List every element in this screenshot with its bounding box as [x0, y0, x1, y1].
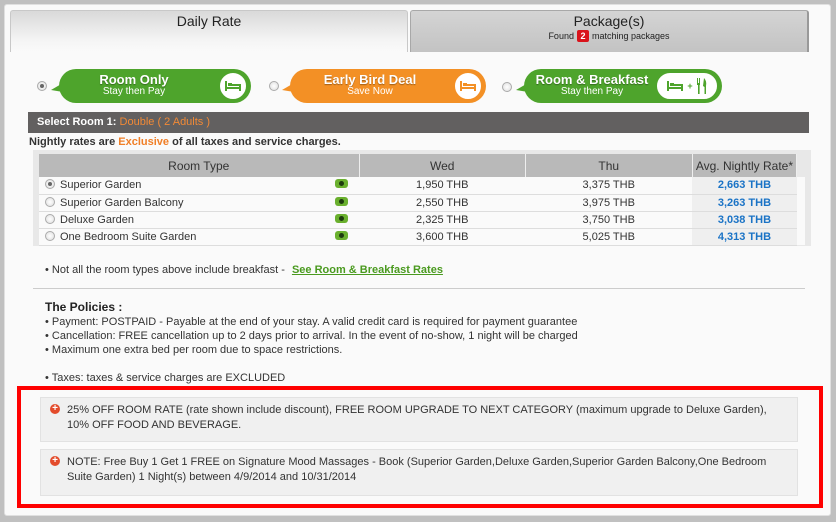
nightly-note-suffix: of all taxes and service charges. — [172, 136, 341, 148]
room-name-cell[interactable]: Deluxe Garden — [39, 211, 334, 229]
breakfast-note-text: • Not all the room types above include b… — [45, 264, 285, 276]
header-wed: Wed — [359, 154, 526, 177]
thu-rate: 3,750 THB — [525, 211, 692, 229]
thu-rate: 3,375 THB — [525, 177, 692, 195]
rate-option-radio[interactable] — [269, 81, 279, 91]
rate-option-bubble[interactable]: Early Bird Deal Save Now — [282, 69, 486, 103]
select-room-value: Double ( 2 Adults ) — [119, 116, 211, 128]
wed-rate: 3,600 THB — [359, 228, 526, 246]
avg-rate: 4,313 THB — [692, 228, 797, 246]
tab-daily-rate-label: Daily Rate — [176, 13, 242, 29]
room-name-cell[interactable]: Superior Garden — [39, 177, 334, 195]
policy-item: • Cancellation: FREE cancellation up to … — [45, 330, 578, 342]
room-radio[interactable] — [45, 230, 55, 241]
promotion-text: NOTE: Free Buy 1 Get 1 FREE on Signature… — [67, 456, 767, 483]
header-thu: Thu — [525, 154, 693, 177]
see-breakfast-rates-link[interactable]: See Room & Breakfast Rates — [292, 264, 443, 276]
row-spacer — [796, 211, 805, 228]
bed-plus-fork-knife-icon: + — [655, 71, 719, 101]
table-row[interactable]: Deluxe Garden 2,325 THB 3,750 THB 3,038 … — [39, 211, 805, 229]
camera-icon[interactable] — [334, 179, 348, 189]
nightly-note-prefix: Nightly rates are — [29, 136, 116, 148]
room-name-cell[interactable]: One Bedroom Suite Garden — [39, 228, 334, 246]
camera-icon[interactable] — [334, 230, 348, 240]
header-avg-rate: Avg. Nightly Rate* — [692, 154, 798, 177]
room-radio[interactable] — [45, 196, 55, 207]
policy-item: • Payment: POSTPAID - Payable at the end… — [45, 316, 578, 328]
rate-option-title: Room & Breakfast — [535, 72, 649, 87]
camera-icon[interactable] — [334, 213, 348, 223]
room-name: Superior Garden — [60, 179, 142, 192]
promotion-text: 25% OFF ROOM RATE (rate shown include di… — [67, 404, 767, 431]
policies-title: The Policies : — [45, 300, 123, 314]
rates-table: Room Type Wed Thu Avg. Nightly Rate* Sup… — [39, 154, 805, 246]
bed-icon — [453, 71, 483, 101]
wed-rate: 1,950 THB — [359, 177, 526, 195]
nightly-note-highlight: Exclusive — [118, 136, 170, 148]
rate-option-radio[interactable] — [37, 81, 47, 91]
section-divider — [33, 288, 805, 289]
photo-cell[interactable] — [333, 177, 359, 195]
tab-packages-label: Package(s) — [573, 13, 645, 29]
room-name: Deluxe Garden — [60, 213, 134, 226]
rate-option-subtitle: Stay then Pay — [560, 86, 624, 97]
photo-cell[interactable] — [333, 228, 359, 246]
room-name-cell[interactable]: Superior Garden Balcony — [39, 194, 334, 212]
wed-rate: 2,325 THB — [359, 211, 526, 229]
policy-item: • Maximum one extra bed per room due to … — [45, 344, 343, 356]
wed-rate: 2,550 THB — [359, 194, 526, 212]
thu-rate: 3,975 THB — [525, 194, 692, 212]
thu-rate: 5,025 THB — [525, 228, 692, 246]
rate-option-title: Room Only — [99, 72, 169, 87]
room-radio[interactable] — [45, 213, 55, 224]
policy-gap — [45, 357, 578, 371]
rate-option-early-bird[interactable]: Early Bird Deal Save Now — [268, 69, 494, 103]
package-count-badge: 2 — [577, 30, 589, 42]
rate-option-subtitle: Save Now — [347, 86, 393, 97]
room-name: One Bedroom Suite Garden — [60, 230, 197, 243]
policies-section: The Policies : • Payment: POSTPAID - Pay… — [45, 300, 578, 385]
row-spacer — [796, 177, 805, 194]
expand-plus-icon[interactable]: + — [50, 456, 60, 466]
rates-table-container: Room Type Wed Thu Avg. Nightly Rate* Sup… — [33, 150, 811, 246]
room-radio[interactable] — [45, 179, 55, 190]
tab-daily-rate[interactable]: Daily Rate — [10, 10, 408, 52]
avg-rate: 3,038 THB — [692, 211, 797, 229]
rate-option-bubble[interactable]: Room Only Stay then Pay — [51, 69, 251, 103]
rate-option-room-only[interactable]: Room Only Stay then Pay — [36, 69, 252, 103]
rate-option-title: Early Bird Deal — [323, 72, 417, 87]
room-name: Superior Garden Balcony — [60, 196, 184, 209]
table-row[interactable]: One Bedroom Suite Garden 3,600 THB 5,025… — [39, 228, 805, 246]
rate-option-room-breakfast[interactable]: Room & Breakfast Stay then Pay + — [500, 69, 726, 103]
promotion-item[interactable]: + 25% OFF ROOM RATE (rate shown include … — [40, 397, 798, 442]
row-spacer — [796, 194, 805, 211]
header-room-type: Room Type — [39, 154, 360, 177]
nightly-rates-note: Nightly rates are Exclusive of all taxes… — [29, 136, 341, 148]
rate-option-radio[interactable] — [502, 82, 512, 92]
breakfast-note: • Not all the room types above include b… — [45, 264, 443, 276]
photo-cell[interactable] — [333, 211, 359, 229]
expand-plus-icon[interactable]: + — [50, 404, 60, 414]
table-row[interactable]: Superior Garden 1,950 THB 3,375 THB 2,66… — [39, 177, 805, 195]
bed-icon — [218, 71, 248, 101]
select-room-bar: Select Room 1: Double ( 2 Adults ) — [28, 112, 809, 133]
table-header-row: Room Type Wed Thu Avg. Nightly Rate* — [39, 154, 805, 177]
plus-sign: + — [687, 81, 693, 91]
camera-icon[interactable] — [334, 196, 348, 206]
avg-rate: 2,663 THB — [692, 177, 797, 195]
tab-packages[interactable]: Package(s) Found 2 matching packages — [410, 10, 809, 52]
photo-cell[interactable] — [333, 194, 359, 212]
header-spacer — [796, 154, 805, 177]
select-room-label: Select Room 1: — [37, 116, 117, 128]
avg-rate: 3,263 THB — [692, 194, 797, 212]
packages-found-text: Found 2 matching packages — [411, 30, 807, 42]
table-row[interactable]: Superior Garden Balcony 2,550 THB 3,975 … — [39, 194, 805, 212]
policy-item: • Taxes: taxes & service charges are EXC… — [45, 372, 286, 384]
rate-option-subtitle: Stay then Pay — [102, 86, 166, 97]
rate-option-bubble[interactable]: Room & Breakfast Stay then Pay + — [516, 69, 722, 103]
promotion-item[interactable]: + NOTE: Free Buy 1 Get 1 FREE on Signatu… — [40, 449, 798, 496]
row-spacer — [796, 228, 805, 245]
found-suffix: matching packages — [592, 31, 670, 41]
found-prefix: Found — [548, 31, 574, 41]
